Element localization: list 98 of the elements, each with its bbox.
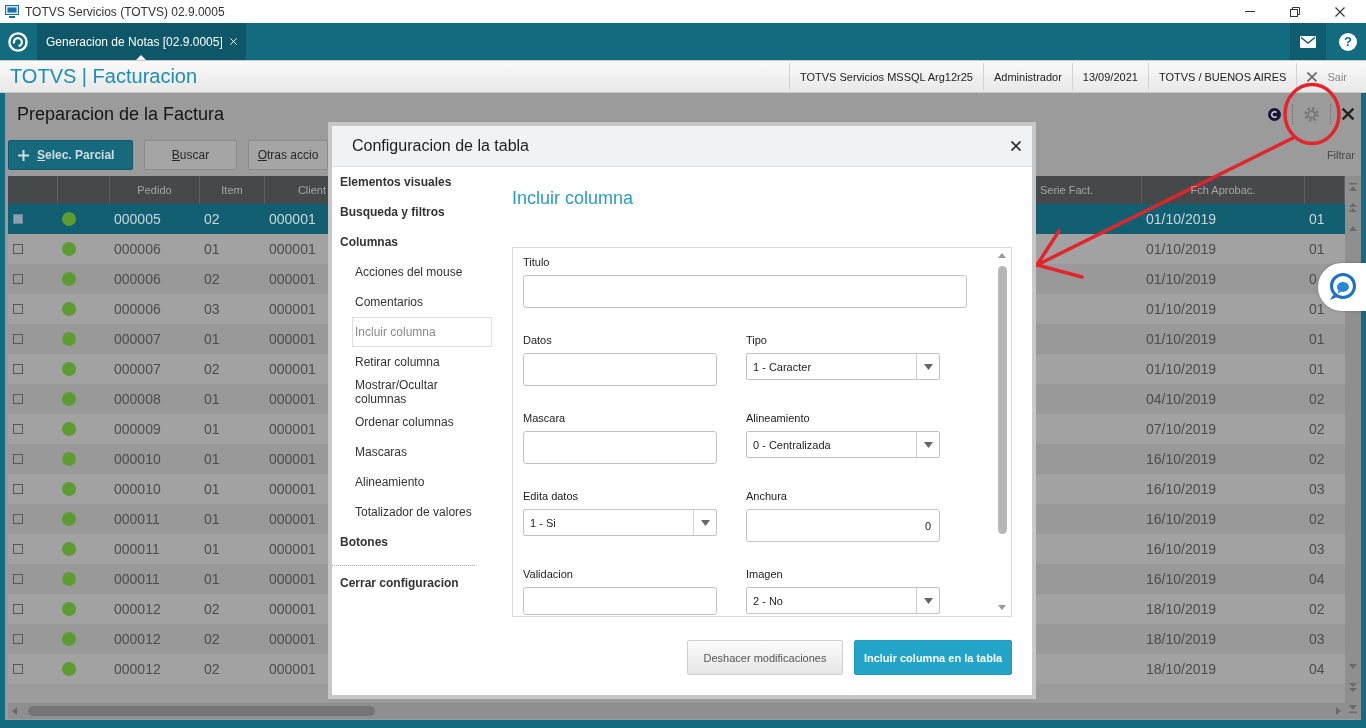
client-code: 000001 <box>269 481 316 497</box>
approval-date: 16/10/2019 <box>1146 541 1217 557</box>
approval-date: 16/10/2019 <box>1146 451 1217 467</box>
item-number: 02 <box>204 361 220 377</box>
order-number: 000006 <box>114 241 161 257</box>
sequence-number: 03 <box>1309 541 1325 557</box>
order-number: 000006 <box>114 271 161 287</box>
approval-date: 01/10/2019 <box>1146 331 1217 347</box>
client-code: 000001 <box>269 661 316 677</box>
page-title: Preparacion de la Factura <box>17 103 225 125</box>
approval-date: 01/10/2019 <box>1146 211 1217 227</box>
sequence-number: 03 <box>1309 631 1325 647</box>
sequence-number: 04 <box>1309 571 1325 587</box>
order-number: 000010 <box>114 481 161 497</box>
section-title: Incluir columna <box>512 187 634 209</box>
item-number: 02 <box>204 271 220 287</box>
order-number: 000012 <box>114 661 161 677</box>
field-label: Titulo <box>523 256 550 269</box>
order-number: 000009 <box>114 421 161 437</box>
app-title: TOTVS | Facturacion <box>10 65 198 88</box>
client-code: 000001 <box>269 361 316 377</box>
order-number: 000007 <box>114 331 161 347</box>
order-number: 000005 <box>114 211 161 227</box>
client-code: 000001 <box>269 511 316 527</box>
field-label: Edita datos <box>523 490 579 503</box>
order-number: 000011 <box>114 541 160 557</box>
client-code: 000001 <box>269 631 316 647</box>
field-label: Datos <box>523 334 552 347</box>
approval-date: 18/10/2019 <box>1146 661 1217 677</box>
item-number: 01 <box>204 331 220 347</box>
order-number: 000007 <box>114 361 161 377</box>
sequence-number: 02 <box>1309 511 1325 527</box>
sequence-number: 01 <box>1309 301 1325 317</box>
item-number: 01 <box>204 481 220 497</box>
session-info: Administrador <box>982 63 1072 90</box>
approval-date: 07/10/2019 <box>1146 421 1217 437</box>
client-code: 000001 <box>269 241 316 257</box>
client-code: 000001 <box>269 301 316 317</box>
sequence-number: 02 <box>1309 421 1325 437</box>
approval-date: 18/10/2019 <box>1146 631 1217 647</box>
approval-date: 16/10/2019 <box>1146 511 1217 527</box>
sequence-number: 02 <box>1309 601 1325 617</box>
field-label: Tipo <box>746 334 767 347</box>
client-code: 000001 <box>269 391 316 407</box>
item-number: 01 <box>204 391 220 407</box>
item-number: 02 <box>204 661 220 677</box>
item-number: 03 <box>204 301 220 317</box>
window-title: TOTVS Servicios (TOTVS) 02.9.0005 <box>25 4 225 19</box>
field-label: Mascara <box>523 412 566 425</box>
field-label: Imagen <box>746 568 783 581</box>
sequence-number: 04 <box>1309 661 1325 677</box>
session-info: TOTVS Servicios MSSQL Arg12r25 <box>788 63 983 90</box>
order-number: 000012 <box>114 631 161 647</box>
item-number: 01 <box>204 241 220 257</box>
order-number: 000011 <box>114 571 160 587</box>
approval-date: 04/10/2019 <box>1146 391 1217 407</box>
order-number: 000010 <box>114 451 161 467</box>
approval-date: 18/10/2019 <box>1146 601 1217 617</box>
client-code: 000001 <box>269 421 316 437</box>
item-number: 02 <box>204 631 220 647</box>
sequence-number: 03 <box>1309 481 1325 497</box>
client-code: 000001 <box>269 541 316 557</box>
item-number: 02 <box>204 601 220 617</box>
order-number: 000008 <box>114 391 161 407</box>
item-number: 01 <box>204 541 220 557</box>
order-number: 000011 <box>114 511 160 527</box>
sequence-number: 01 <box>1309 211 1325 227</box>
client-code: 000001 <box>269 211 316 227</box>
field-label: Validacion <box>523 568 573 581</box>
field-label: Alineamiento <box>746 412 810 425</box>
field-label: Anchura <box>746 490 787 503</box>
item-number: 02 <box>204 211 220 227</box>
client-code: 000001 <box>269 451 316 467</box>
sequence-number: 01 <box>1309 241 1325 257</box>
sequence-number: 01 <box>1309 361 1325 377</box>
approval-date: 01/10/2019 <box>1146 241 1217 257</box>
session-info: 13/09/2021 <box>1071 63 1148 90</box>
sequence-number: 02 <box>1309 451 1325 467</box>
client-code: 000001 <box>269 271 316 287</box>
sequence-number: 02 <box>1309 391 1325 407</box>
session-info: TOTVS / BUENOS AIRES <box>1147 63 1297 90</box>
item-number: 01 <box>204 511 220 527</box>
approval-date: 16/10/2019 <box>1146 571 1217 587</box>
sequence-number: 01 <box>1309 331 1325 347</box>
sequence-number: 0 <box>1309 271 1317 287</box>
client-code: 000001 <box>269 331 316 347</box>
client-code: 000001 <box>269 571 316 587</box>
approval-date: 01/10/2019 <box>1146 301 1217 317</box>
approval-date: 01/10/2019 <box>1146 271 1217 287</box>
approval-date: 01/10/2019 <box>1146 361 1217 377</box>
item-number: 01 <box>204 451 220 467</box>
order-number: 000012 <box>114 601 161 617</box>
item-number: 01 <box>204 421 220 437</box>
approval-date: 16/10/2019 <box>1146 481 1217 497</box>
client-code: 000001 <box>269 601 316 617</box>
item-number: 01 <box>204 571 220 587</box>
dialog-title: Configuracion de la tabla <box>352 137 529 155</box>
order-number: 000006 <box>114 301 161 317</box>
